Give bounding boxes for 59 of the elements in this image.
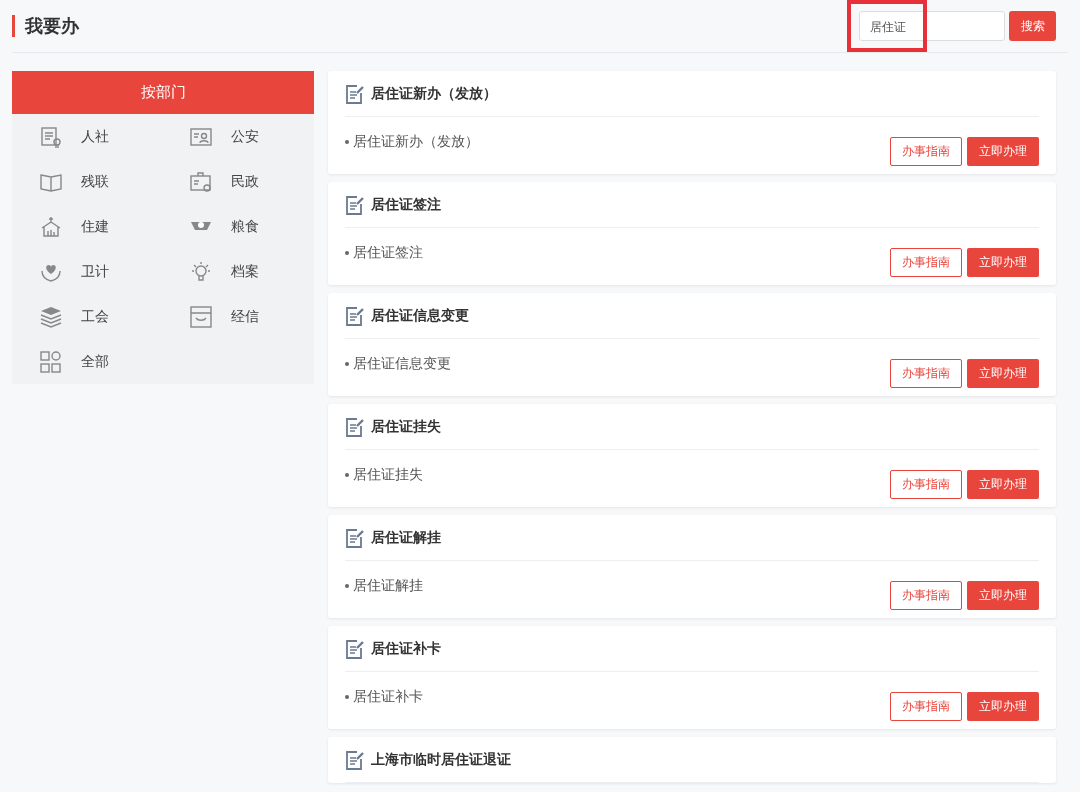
bullet-icon [345, 695, 349, 699]
apply-button[interactable]: 立即办理 [967, 359, 1039, 388]
apply-button[interactable]: 立即办理 [967, 248, 1039, 277]
department-item[interactable]: 档案 [190, 249, 314, 294]
service-title: 居住证挂失 [371, 417, 441, 436]
guide-button[interactable]: 办事指南 [890, 359, 962, 388]
department-item[interactable]: 全部 [40, 339, 190, 384]
search-button[interactable]: 搜索 [1009, 11, 1056, 41]
edit-document-icon [345, 305, 365, 326]
department-item[interactable]: 人社 [40, 114, 190, 159]
service-item[interactable]: 居住证补卡 [353, 688, 423, 706]
edit-document-icon [345, 416, 365, 437]
guide-button[interactable]: 办事指南 [890, 137, 962, 166]
guide-button[interactable]: 办事指南 [890, 470, 962, 499]
service-title: 居住证解挂 [371, 528, 441, 547]
department-item[interactable]: 住建 [40, 204, 190, 249]
service-item[interactable]: 居住证签注 [353, 244, 423, 262]
edit-document-icon [345, 194, 365, 215]
edit-document-icon [345, 83, 365, 104]
apply-button[interactable]: 立即办理 [967, 137, 1039, 166]
bullet-icon [345, 473, 349, 477]
id-card-icon [190, 125, 212, 148]
church-icon [40, 215, 62, 238]
guide-button[interactable]: 办事指南 [890, 692, 962, 721]
apply-button[interactable]: 立即办理 [967, 470, 1039, 499]
bullet-icon [345, 362, 349, 366]
bullet-icon [345, 584, 349, 588]
edit-document-icon [345, 638, 365, 659]
service-item[interactable]: 居住证新办（发放） [353, 133, 479, 151]
department-item[interactable]: 工会 [40, 294, 190, 339]
page-title: 我要办 [25, 14, 79, 38]
grid-icon [40, 350, 62, 373]
search-field[interactable]: 居住证 [859, 11, 1005, 41]
department-tab[interactable]: 按部门 [12, 71, 314, 114]
department-item[interactable]: 公安 [190, 114, 314, 159]
guide-button[interactable]: 办事指南 [890, 581, 962, 610]
service-item[interactable]: 居住证解挂 [353, 577, 423, 595]
department-item[interactable]: 粮食 [190, 204, 314, 249]
edit-document-icon [345, 527, 365, 548]
guide-button[interactable]: 办事指南 [890, 248, 962, 277]
bullet-icon [345, 251, 349, 255]
service-title: 居住证补卡 [371, 639, 441, 658]
apply-button[interactable]: 立即办理 [967, 581, 1039, 610]
department-item[interactable]: 残联 [40, 159, 190, 204]
document-icon [40, 125, 62, 148]
department-item[interactable]: 民政 [190, 159, 314, 204]
light-bulb-icon [190, 260, 212, 283]
department-item[interactable]: 经信 [190, 294, 314, 339]
bullet-icon [345, 140, 349, 144]
service-title: 上海市临时居住证退证 [371, 750, 511, 769]
department-item[interactable]: 卫计 [40, 249, 190, 294]
service-title: 居住证新办（发放） [371, 84, 497, 103]
service-item[interactable]: 居住证挂失 [353, 466, 423, 484]
edit-document-icon [345, 749, 365, 770]
apply-button[interactable]: 立即办理 [967, 692, 1039, 721]
layers-icon [40, 305, 62, 328]
service-item[interactable]: 居住证信息变更 [353, 355, 451, 373]
service-title: 居住证信息变更 [371, 306, 469, 325]
service-title: 居住证签注 [371, 195, 441, 214]
